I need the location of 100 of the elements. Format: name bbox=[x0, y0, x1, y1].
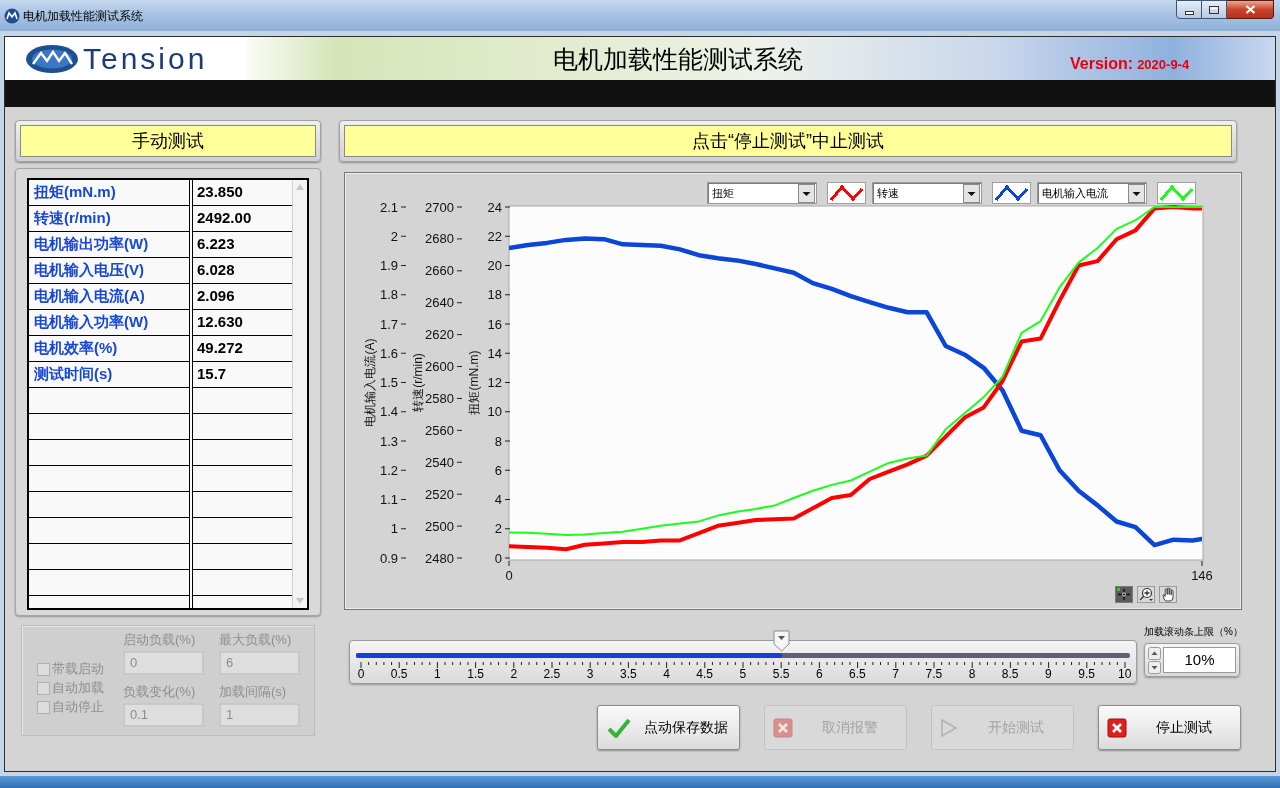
version-value: 2020-9-4 bbox=[1137, 57, 1190, 73]
axis-tick-label: 12 bbox=[487, 375, 502, 390]
scale-label: 5.5 bbox=[771, 668, 791, 681]
axis-tick-label: 2700 bbox=[425, 199, 454, 215]
axis-tick-label: 2500 bbox=[425, 518, 454, 534]
maximize-button[interactable] bbox=[1202, 0, 1227, 19]
logo-emblem-icon bbox=[25, 43, 79, 74]
minimize-icon bbox=[1184, 10, 1194, 15]
app-icon bbox=[4, 8, 20, 24]
axis-tick-label: 18 bbox=[487, 287, 502, 303]
legend-dropdown[interactable]: 扭矩 bbox=[707, 182, 817, 204]
measure-label: 电机输入电压(V) bbox=[29, 258, 189, 284]
zoom-icon[interactable] bbox=[1137, 586, 1155, 603]
hand-icon[interactable] bbox=[1159, 586, 1177, 603]
field-label: 启动负载(%) bbox=[123, 633, 197, 647]
version-label: Version: bbox=[1070, 55, 1134, 73]
axis-tick-label: 2520 bbox=[425, 486, 454, 502]
axis-tick-label: 1.3 bbox=[379, 433, 398, 449]
axis-tick-label: 1.5 bbox=[379, 375, 398, 390]
axis-tick-label: 1.2 bbox=[379, 462, 398, 478]
axis-tick-label: 2660 bbox=[425, 263, 454, 279]
axis-tick-label: 16 bbox=[487, 316, 502, 332]
axis-title: 转速(r/min) bbox=[411, 353, 426, 412]
axis-tick-label: 2.1 bbox=[379, 199, 398, 215]
axis-tick-label: 2620 bbox=[425, 327, 454, 343]
logo-text: Tension bbox=[83, 41, 208, 76]
axis-tick-label: 6 bbox=[494, 462, 502, 478]
limit-label: 加载滚动条上限（%） bbox=[1144, 626, 1243, 638]
scale-label: 6.5 bbox=[848, 668, 867, 681]
scale-label: 1.5 bbox=[466, 668, 485, 681]
checkmark-icon bbox=[606, 716, 632, 739]
line-swatch-icon[interactable] bbox=[992, 182, 1031, 204]
scale-label: 10 bbox=[1117, 668, 1133, 681]
scale-label: 1 bbox=[433, 668, 442, 681]
axis-tick-label: 2 bbox=[494, 521, 502, 537]
scale-label: 7 bbox=[891, 668, 900, 681]
close-icon bbox=[1244, 5, 1256, 14]
axis-tick-label: 2560 bbox=[425, 422, 454, 438]
axis-tick-label: 2640 bbox=[425, 295, 454, 311]
axis-tick-label: 1.8 bbox=[379, 287, 398, 303]
spin-up-icon[interactable] bbox=[1148, 646, 1161, 660]
scale-label: 6 bbox=[814, 668, 824, 681]
x-square-icon bbox=[1107, 717, 1127, 738]
line-swatch-icon[interactable] bbox=[1157, 182, 1196, 204]
axis-tick-label: 1.4 bbox=[379, 404, 398, 420]
crosshair-icon[interactable] bbox=[1115, 586, 1133, 603]
panel-title: 手动测试 bbox=[20, 125, 316, 157]
axis-tick-label: 8 bbox=[494, 433, 502, 449]
legend-dropdown[interactable]: 电机输入电流 bbox=[1037, 182, 1147, 204]
app-title: 电机加载性能测试系统 bbox=[553, 43, 803, 74]
axis-tick-label: 1.1 bbox=[379, 492, 398, 507]
spin-down-icon[interactable] bbox=[1148, 660, 1161, 674]
axis-title: 电机输入电流(A) bbox=[363, 338, 378, 427]
stop-button[interactable]: 停止测试 bbox=[1098, 705, 1241, 750]
scale-label: 2.5 bbox=[542, 668, 562, 681]
save-button[interactable]: 点动保存数据 bbox=[597, 705, 740, 750]
axis-tick-label: 1.9 bbox=[379, 258, 398, 273]
axis-tick-label: 1.7 bbox=[379, 316, 398, 332]
scale-label: 4 bbox=[662, 668, 671, 681]
measure-label: 电机输出功率(W) bbox=[29, 232, 189, 258]
numeric-field[interactable]: 10% bbox=[1163, 647, 1236, 673]
axis-tick-label: 0 bbox=[505, 568, 513, 583]
line-swatch-icon[interactable] bbox=[827, 182, 866, 204]
checkbox-label: 自动加载 bbox=[52, 680, 104, 696]
axis-tick-label: 2580 bbox=[425, 390, 454, 406]
axis-tick-label: 0.9 bbox=[379, 550, 398, 566]
axis-tick-label: 24 bbox=[487, 199, 502, 215]
measure-label: 转速(r/min) bbox=[29, 206, 189, 232]
axis-tick-label: 1 bbox=[390, 521, 398, 537]
legend-dropdown[interactable]: 转速 bbox=[872, 182, 982, 204]
checkbox-label: 自动停止 bbox=[52, 699, 104, 715]
scale-label: 0.5 bbox=[389, 668, 409, 681]
scale-label: 4.5 bbox=[695, 668, 715, 681]
minimize-button[interactable] bbox=[1176, 0, 1202, 19]
slider-thumb[interactable] bbox=[773, 630, 791, 652]
scale-label: 2 bbox=[509, 668, 519, 681]
axis-title: 扭矩(mN.m) bbox=[467, 350, 482, 415]
checkbox-label: 带载启动 bbox=[52, 661, 104, 677]
scale-label: 8 bbox=[967, 668, 977, 681]
measure-label: 电机输入功率(W) bbox=[29, 310, 189, 336]
window-title: 电机加载性能测试系统 bbox=[23, 8, 143, 24]
axis-tick-label: 146 bbox=[1191, 568, 1213, 583]
axis-tick-label: 2480 bbox=[425, 550, 454, 566]
scale-label: 5 bbox=[738, 668, 748, 681]
scale-label: 9.5 bbox=[1077, 668, 1096, 681]
close-button[interactable] bbox=[1227, 0, 1274, 19]
axis-tick-label: 2600 bbox=[425, 359, 454, 375]
panel-title: 点击“停止测试”中止测试 bbox=[344, 125, 1232, 157]
scale-label: 9 bbox=[1044, 668, 1053, 681]
play-icon bbox=[940, 717, 958, 738]
measure-label: 电机效率(%) bbox=[29, 336, 189, 362]
axis-tick-label: 0 bbox=[494, 550, 502, 566]
axis-tick-label: 20 bbox=[487, 258, 502, 273]
maximize-icon bbox=[1209, 5, 1219, 14]
scale-label: 0 bbox=[356, 668, 366, 681]
axis-tick-label: 14 bbox=[487, 345, 502, 361]
scale-label: 3.5 bbox=[618, 668, 638, 681]
scale-label: 8.5 bbox=[1000, 668, 1020, 681]
axis-tick-label: 2 bbox=[390, 228, 398, 244]
field-label: 最大负载(%) bbox=[219, 633, 293, 647]
